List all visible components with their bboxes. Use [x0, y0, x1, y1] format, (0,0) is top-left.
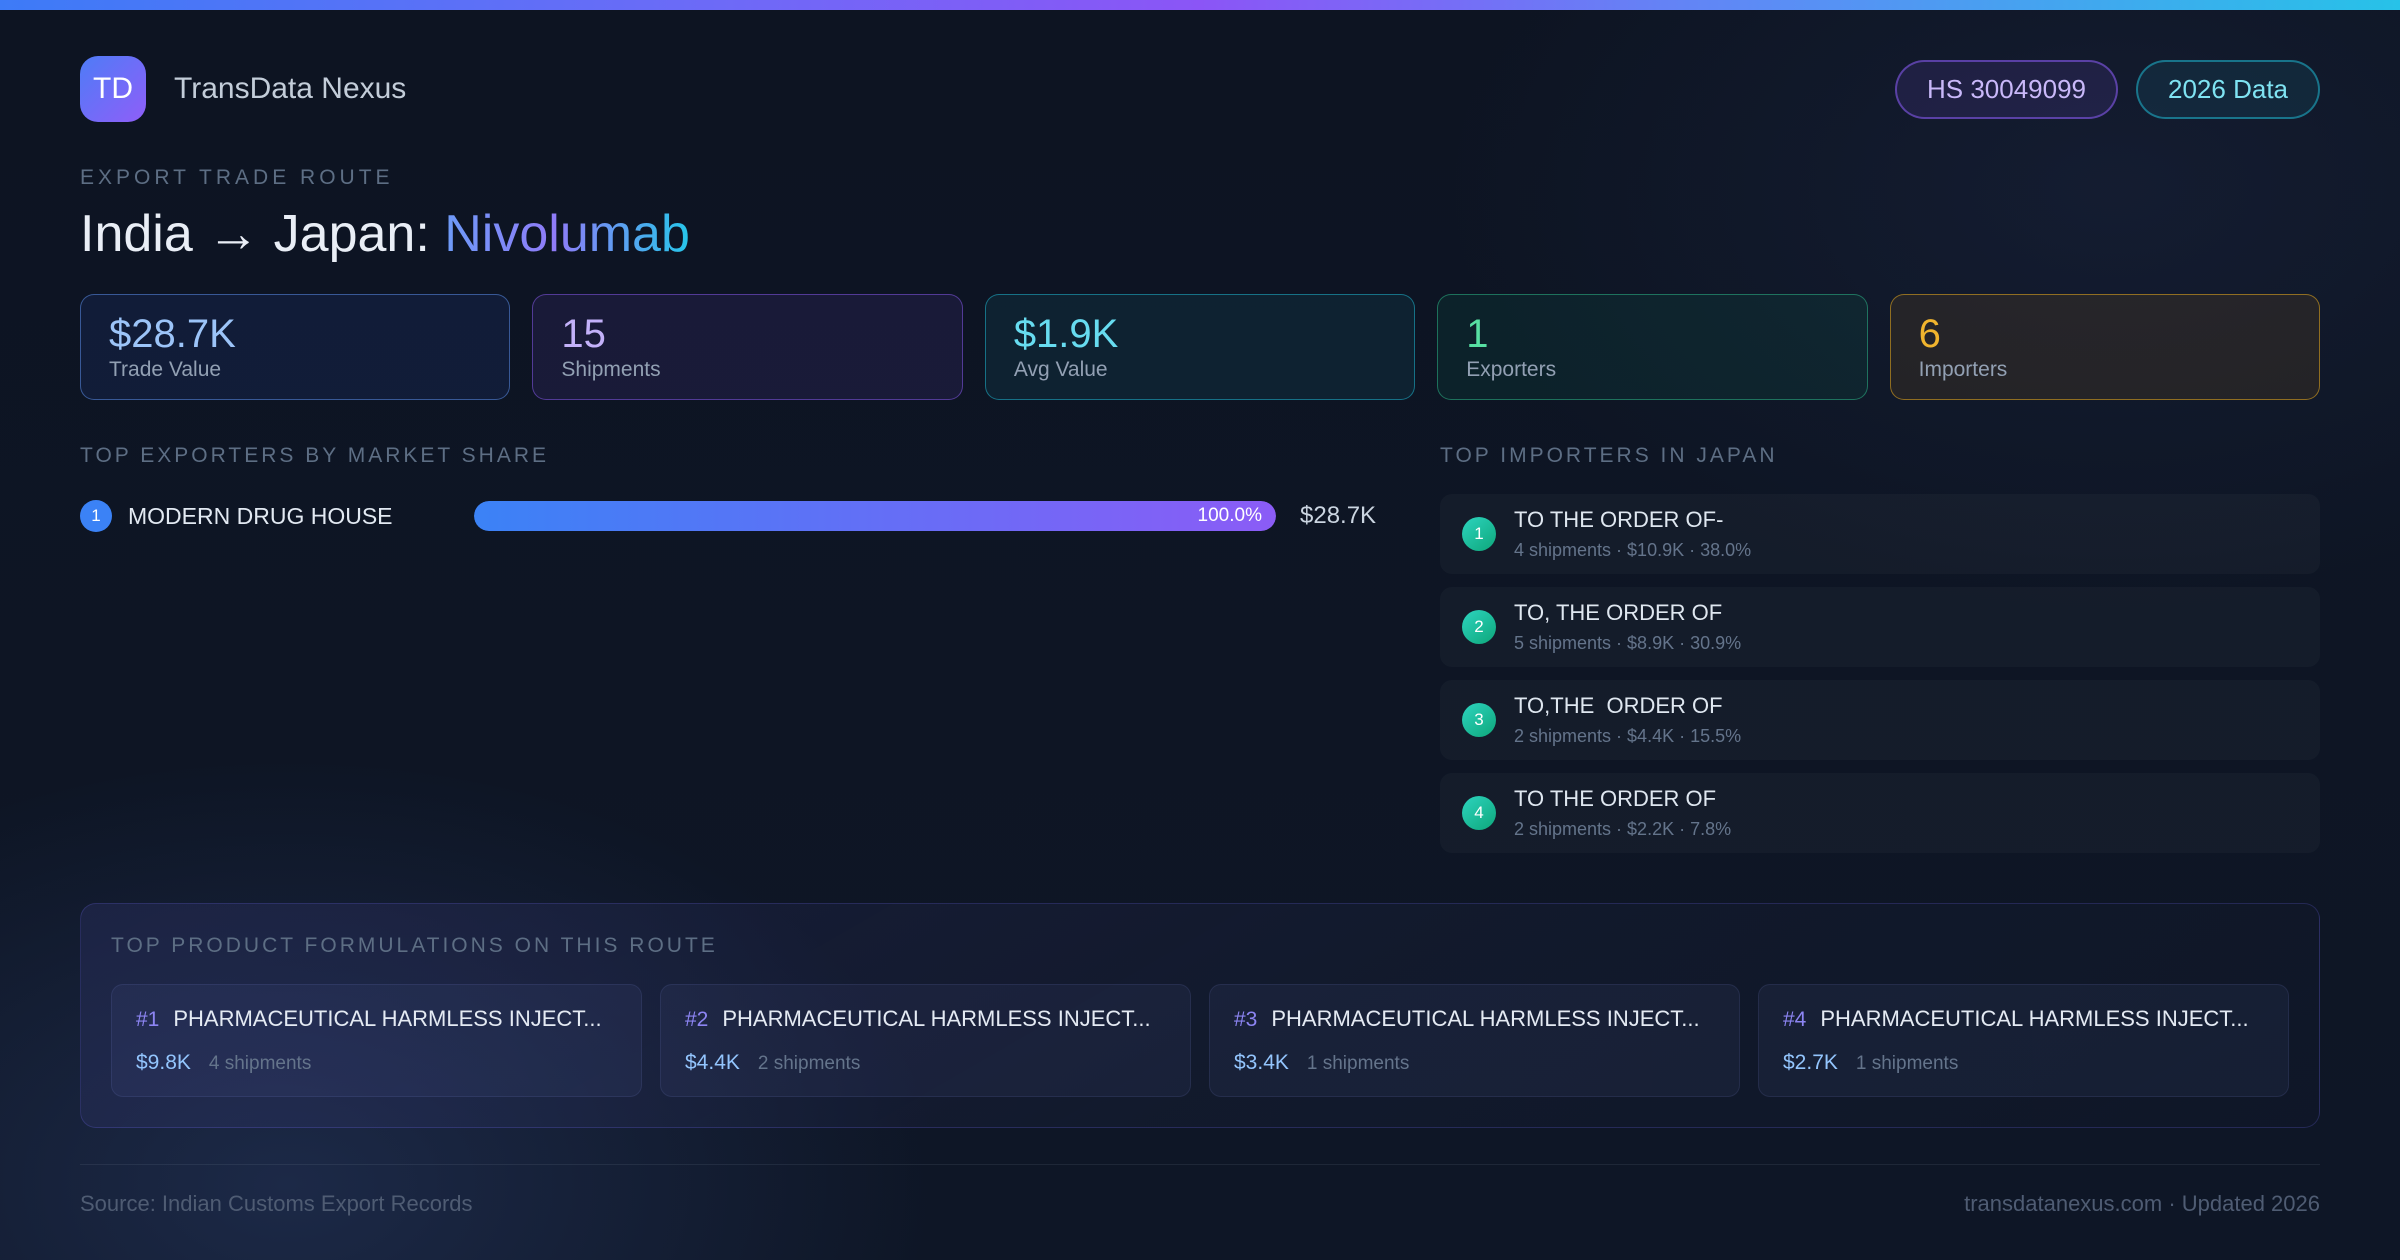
dashboard-page: TD TransData Nexus HS 30049099 2026 Data… [0, 10, 2400, 1217]
formulation-cards-row: #1 PHARMACEUTICAL HARMLESS INJECT... $9.8… [111, 984, 2289, 1097]
title-product: Nivolumab [444, 205, 690, 263]
formulation-meta-row: $9.8K 4 shipments [136, 1051, 617, 1075]
hs-code-badge[interactable]: HS 30049099 [1894, 59, 2119, 119]
formulation-title-row: #4 PHARMACEUTICAL HARMLESS INJECT... [1783, 1006, 2264, 1032]
importer-name: TO THE ORDER OF- [1514, 507, 1724, 532]
formulation-value: $9.8K [136, 1051, 191, 1074]
formulation-title-row: #3 PHARMACEUTICAL HARMLESS INJECT... [1234, 1006, 1715, 1032]
formulation-card[interactable]: #3 PHARMACEUTICAL HARMLESS INJECT... $3.4… [1209, 984, 1740, 1097]
stat-value: 15 [561, 312, 606, 356]
formulation-meta-row: $3.4K 1 shipments [1234, 1051, 1715, 1075]
formulation-value: $3.4K [1234, 1051, 1289, 1074]
formulation-title-row: #2 PHARMACEUTICAL HARMLESS INJECT... [685, 1006, 1166, 1032]
formulation-shipments: 2 shipments [757, 1053, 861, 1074]
formulation-rank: #2 [685, 1008, 709, 1031]
formulation-meta-row: $2.7K 1 shipments [1783, 1051, 2264, 1075]
formulation-card[interactable]: #4 PHARMACEUTICAL HARMLESS INJECT... $2.7… [1758, 984, 2289, 1097]
stat-value: 1 [1466, 312, 1489, 356]
formulation-name: PHARMACEUTICAL HARMLESS INJECT... [1271, 1006, 1700, 1031]
formulation-value: $4.4K [685, 1051, 740, 1074]
exporter-row[interactable]: 1 MODERN DRUG HOUSE 100.0% $28.7K [80, 500, 1410, 532]
formulation-meta-row: $4.4K 2 shipments [685, 1051, 1166, 1075]
formulation-rank: #1 [136, 1008, 160, 1031]
exporter-value: $28.7K [1300, 502, 1377, 529]
importer-info: TO THE ORDER OF- 4 shipments · $10.9K · … [1514, 507, 1751, 561]
importer-info: TO,THE ORDER OF 2 shipments · $4.4K · 15… [1514, 693, 1741, 747]
stat-value: $1.9K [1013, 312, 1119, 356]
importer-meta: 4 shipments · $10.9K · 38.0% [1514, 540, 1752, 560]
title-route: India → Japan: [80, 205, 445, 263]
importer-rank-badge: 3 [1462, 703, 1496, 737]
importer-info: TO, THE ORDER OF 5 shipments · $8.9K · 3… [1514, 600, 1741, 654]
importer-item[interactable]: 1 TO THE ORDER OF- 4 shipments · $10.9K … [1440, 494, 2320, 574]
stats-row: $28.7K Trade Value 15 Shipments $1.9K Av… [80, 294, 2321, 400]
formulation-card[interactable]: #2 PHARMACEUTICAL HARMLESS INJECT... $4.4… [660, 984, 1191, 1097]
header: TD TransData Nexus HS 30049099 2026 Data [80, 56, 2320, 122]
top-accent-bar [0, 0, 2400, 10]
importer-item[interactable]: 4 TO THE ORDER OF 2 shipments · $2.2K · … [1440, 773, 2320, 853]
formulation-rank: #3 [1234, 1008, 1258, 1031]
formulation-name: PHARMACEUTICAL HARMLESS INJECT... [1820, 1006, 2249, 1031]
importer-meta: 2 shipments · $2.2K · 7.8% [1514, 819, 1732, 839]
stat-value: 6 [1918, 312, 1941, 356]
formulations-heading: TOP PRODUCT FORMULATIONS ON THIS ROUTE [111, 934, 718, 957]
formulation-name: PHARMACEUTICAL HARMLESS INJECT... [173, 1006, 602, 1031]
importer-rank-badge: 2 [1462, 610, 1496, 644]
exporter-name: MODERN DRUG HOUSE [128, 502, 393, 529]
stat-label: Importers [1918, 358, 2008, 381]
stat-value: $28.7K [109, 312, 236, 356]
formulation-rank: #4 [1783, 1008, 1807, 1031]
importer-item[interactable]: 2 TO, THE ORDER OF 5 shipments · $8.9K ·… [1440, 587, 2320, 667]
formulation-name: PHARMACEUTICAL HARMLESS INJECT... [722, 1006, 1151, 1031]
formulation-title-row: #1 PHARMACEUTICAL HARMLESS INJECT... [136, 1006, 617, 1032]
importer-name: TO,THE ORDER OF [1514, 693, 1723, 718]
importers-column: TOP IMPORTERS IN JAPAN 1 TO THE ORDER OF… [1440, 444, 2320, 853]
formulation-card[interactable]: #1 PHARMACEUTICAL HARMLESS INJECT... $9.8… [111, 984, 642, 1097]
importers-list: 1 TO THE ORDER OF- 4 shipments · $10.9K … [1440, 494, 2320, 853]
market-share-bar-fill: 100.0% [474, 501, 1276, 531]
importer-info: TO THE ORDER OF 2 shipments · $2.2K · 7.… [1514, 786, 1731, 840]
formulation-shipments: 1 shipments [1306, 1053, 1410, 1074]
exporters-column: TOP EXPORTERS BY MARKET SHARE 1 MODERN D… [80, 444, 1410, 853]
importers-heading: TOP IMPORTERS IN JAPAN [1440, 444, 1778, 467]
stat-label: Trade Value [109, 358, 222, 381]
year-data-badge[interactable]: 2026 Data [2136, 59, 2320, 119]
importer-rank-badge: 1 [1462, 517, 1496, 551]
importer-meta: 2 shipments · $4.4K · 15.5% [1514, 726, 1742, 746]
page-title: India → Japan: Nivolumab [80, 204, 2320, 264]
importer-meta: 5 shipments · $8.9K · 30.9% [1514, 633, 1742, 653]
app-logo: TD [80, 56, 146, 122]
exporter-rank-badge: 1 [80, 500, 112, 532]
header-badges: HS 30049099 2026 Data [1894, 59, 2320, 119]
importer-item[interactable]: 3 TO,THE ORDER OF 2 shipments · $4.4K · … [1440, 680, 2320, 760]
brand: TD TransData Nexus [80, 56, 406, 122]
exporters-heading: TOP EXPORTERS BY MARKET SHARE [80, 444, 550, 467]
eyebrow-label: EXPORT TRADE ROUTE [80, 166, 394, 189]
market-share-percent: 100.0% [1197, 505, 1262, 526]
importer-name: TO THE ORDER OF [1514, 786, 1717, 811]
formulations-panel: TOP PRODUCT FORMULATIONS ON THIS ROUTE #… [80, 903, 2320, 1128]
stat-card-importers: 6 Importers [1889, 294, 2321, 400]
stat-card-trade-value: $28.7K Trade Value [80, 294, 511, 400]
formulation-shipments: 1 shipments [1855, 1053, 1959, 1074]
importer-name: TO, THE ORDER OF [1514, 600, 1723, 625]
stat-card-avg-value: $1.9K Avg Value [984, 294, 1416, 400]
stat-card-exporters: 1 Exporters [1437, 294, 1868, 400]
stat-label: Exporters [1466, 358, 1557, 381]
formulation-shipments: 4 shipments [208, 1053, 312, 1074]
formulation-value: $2.7K [1783, 1051, 1838, 1074]
stat-label: Avg Value [1013, 358, 1108, 381]
two-column-section: TOP EXPORTERS BY MARKET SHARE 1 MODERN D… [80, 444, 2320, 853]
footer: Source: Indian Customs Export Records tr… [80, 1164, 2320, 1217]
app-logo-text: TD [93, 72, 133, 105]
footer-site: transdatanexus.com · Updated 2026 [1964, 1191, 2320, 1216]
app-name: TransData Nexus [174, 72, 407, 105]
footer-source: Source: Indian Customs Export Records [80, 1191, 473, 1216]
market-share-bar-track: 100.0% [474, 501, 1276, 531]
stat-card-shipments: 15 Shipments [532, 294, 963, 400]
stat-label: Shipments [561, 358, 661, 381]
importer-rank-badge: 4 [1462, 796, 1496, 830]
